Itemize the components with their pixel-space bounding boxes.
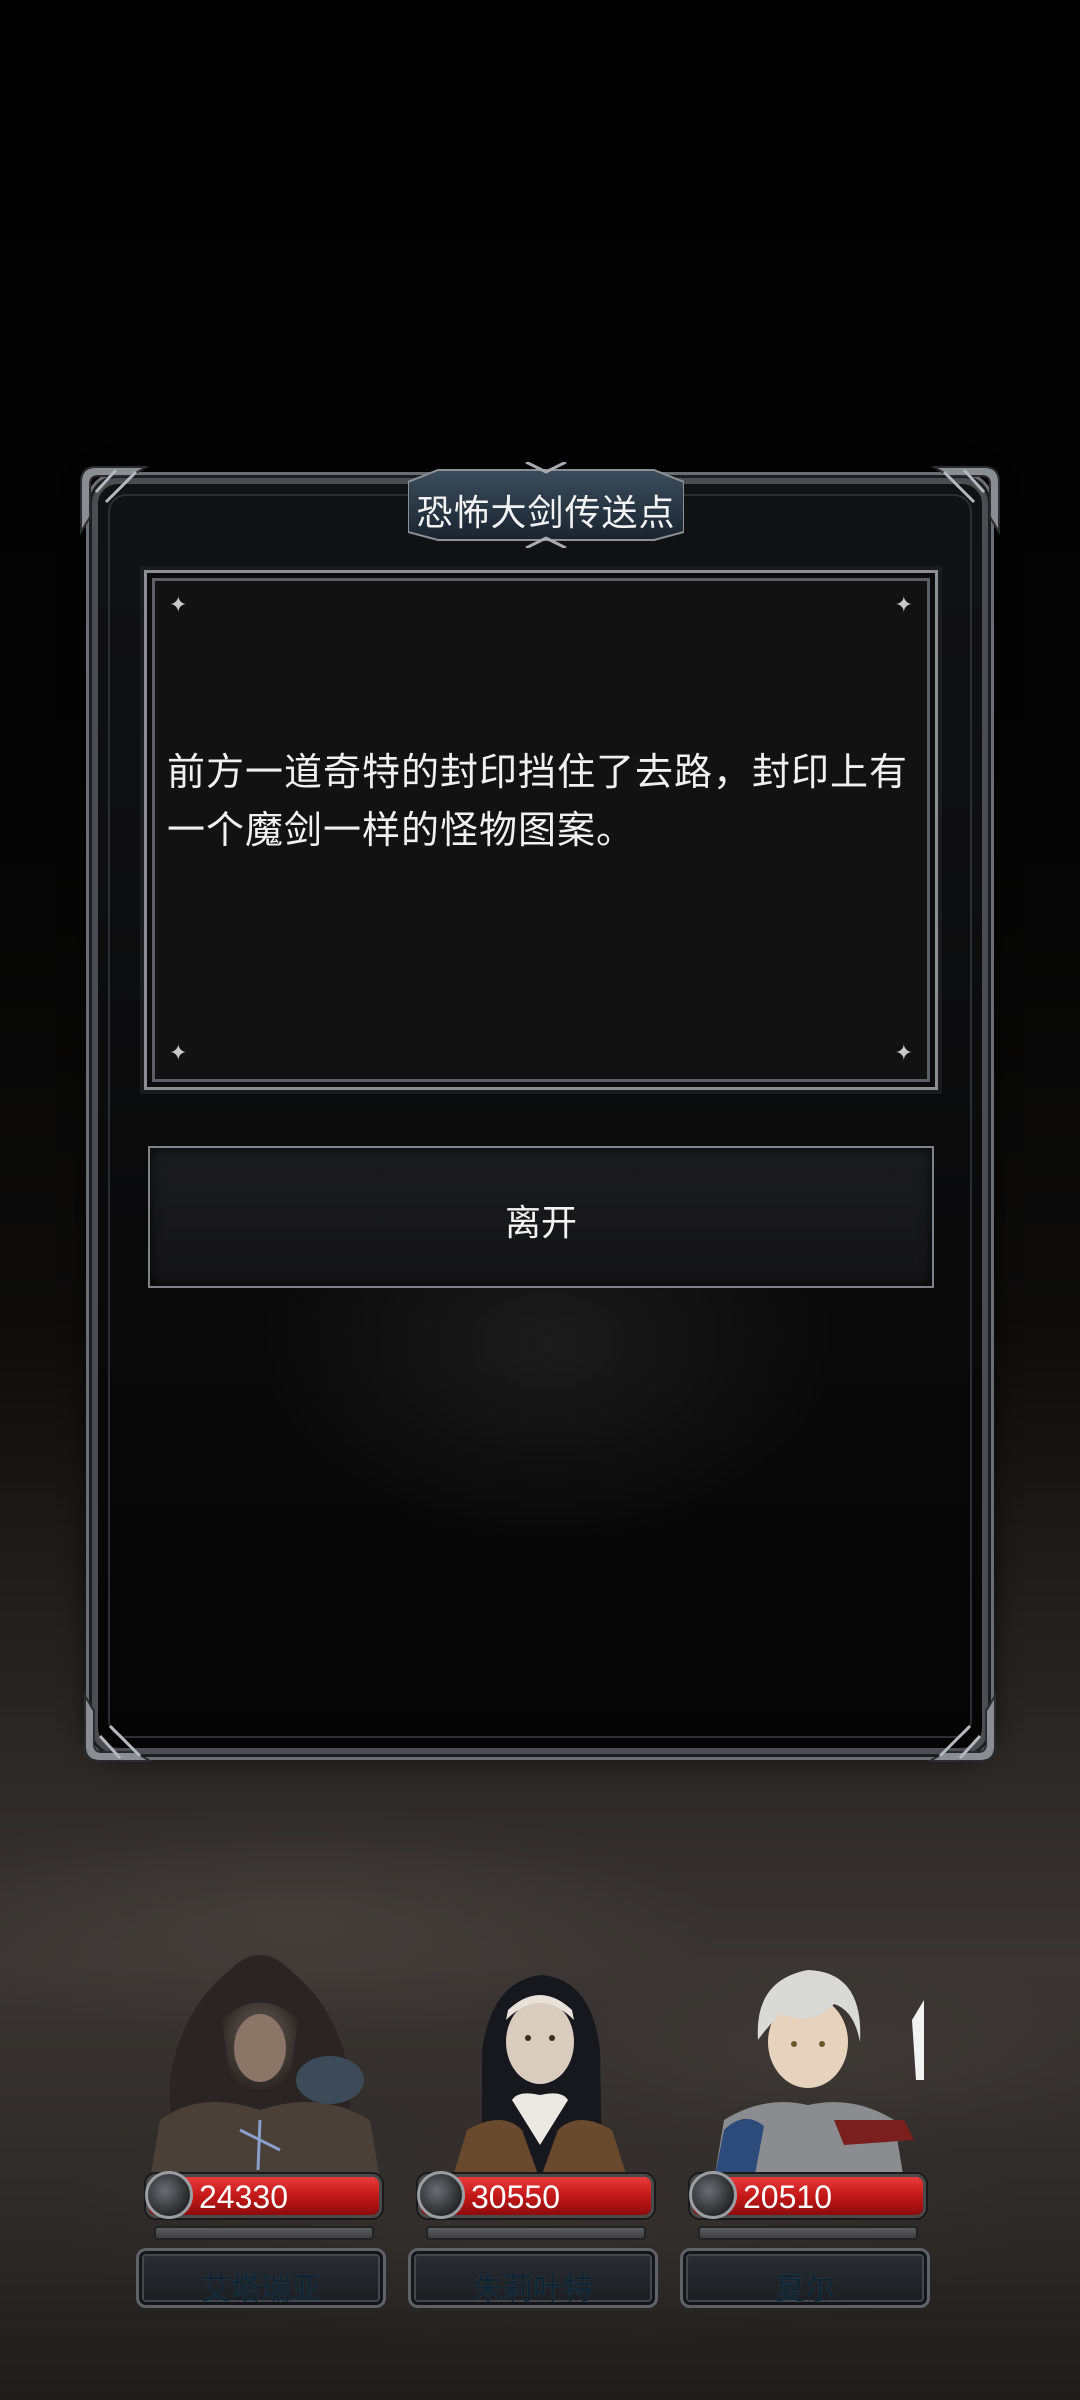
game-screen: 恐怖大剑传送点 ✦ ✦ ✦ ✦ 前方一道奇特的封印挡住了去路，封印上有一个魔剑一… — [0, 0, 1080, 2400]
hp-bar — [426, 2226, 646, 2240]
corner-ornament-icon — [930, 466, 1000, 536]
member-name: 艾塔瑞亚 — [201, 2272, 321, 2307]
party-member[interactable]: 24330 艾塔瑞亚 — [130, 1930, 392, 2310]
power-value: 20510 — [743, 2179, 832, 2215]
power-bar: 30550 — [417, 2171, 654, 2219]
corner-ornament-icon — [926, 1692, 996, 1762]
name-plate: 艾塔瑞亚 — [136, 2248, 386, 2308]
party-member[interactable]: 20510 夏尔 — [674, 1930, 936, 2310]
sparkle-icon: ✦ — [894, 1041, 913, 1066]
power-bar: 20510 — [689, 2171, 926, 2219]
power-value: 30550 — [471, 2179, 560, 2215]
silver-haired-knight-portrait-icon — [714, 1970, 924, 2180]
sparkle-icon: ✦ — [169, 1041, 188, 1066]
nun-portrait-icon — [452, 1975, 628, 2180]
party-bar: 24330 艾塔瑞亚 30550 朱莉叶特 20510 夏尔 — [130, 1930, 950, 2310]
member-name: 夏尔 — [775, 2272, 835, 2307]
message-panel: ✦ ✦ ✦ ✦ 前方一道奇特的封印挡住了去路，封印上有一个魔剑一样的怪物图案。 — [144, 570, 938, 1090]
hooded-woman-portrait-icon — [150, 1955, 380, 2180]
power-icon — [145, 2171, 193, 2219]
name-plate: 夏尔 — [680, 2248, 930, 2308]
power-bar: 24330 — [145, 2171, 382, 2219]
name-plate: 朱莉叶特 — [408, 2248, 658, 2308]
power-icon — [689, 2171, 737, 2219]
hp-bar — [154, 2226, 374, 2240]
corner-ornament-icon — [84, 1692, 154, 1762]
hp-bar — [698, 2226, 918, 2240]
leave-button-label: 离开 — [504, 1203, 577, 1244]
corner-ornament-icon — [80, 466, 150, 536]
party-member[interactable]: 30550 朱莉叶特 — [402, 1930, 664, 2310]
event-dialog: 恐怖大剑传送点 ✦ ✦ ✦ ✦ 前方一道奇特的封印挡住了去路，封印上有一个魔剑一… — [80, 462, 1000, 1762]
member-name: 朱莉叶特 — [473, 2272, 593, 2307]
power-icon — [417, 2171, 465, 2219]
sparkle-icon: ✦ — [894, 593, 913, 618]
sparkle-icon: ✦ — [169, 593, 188, 618]
dialog-title-bar: 恐怖大剑传送点 — [408, 462, 684, 548]
dialog-title: 恐怖大剑传送点 — [416, 493, 676, 534]
power-value: 24330 — [199, 2179, 288, 2215]
event-message: 前方一道奇特的封印挡住了去路，封印上有一个魔剑一样的怪物图案。 — [167, 750, 909, 852]
leave-button[interactable]: 离开 — [148, 1146, 934, 1288]
